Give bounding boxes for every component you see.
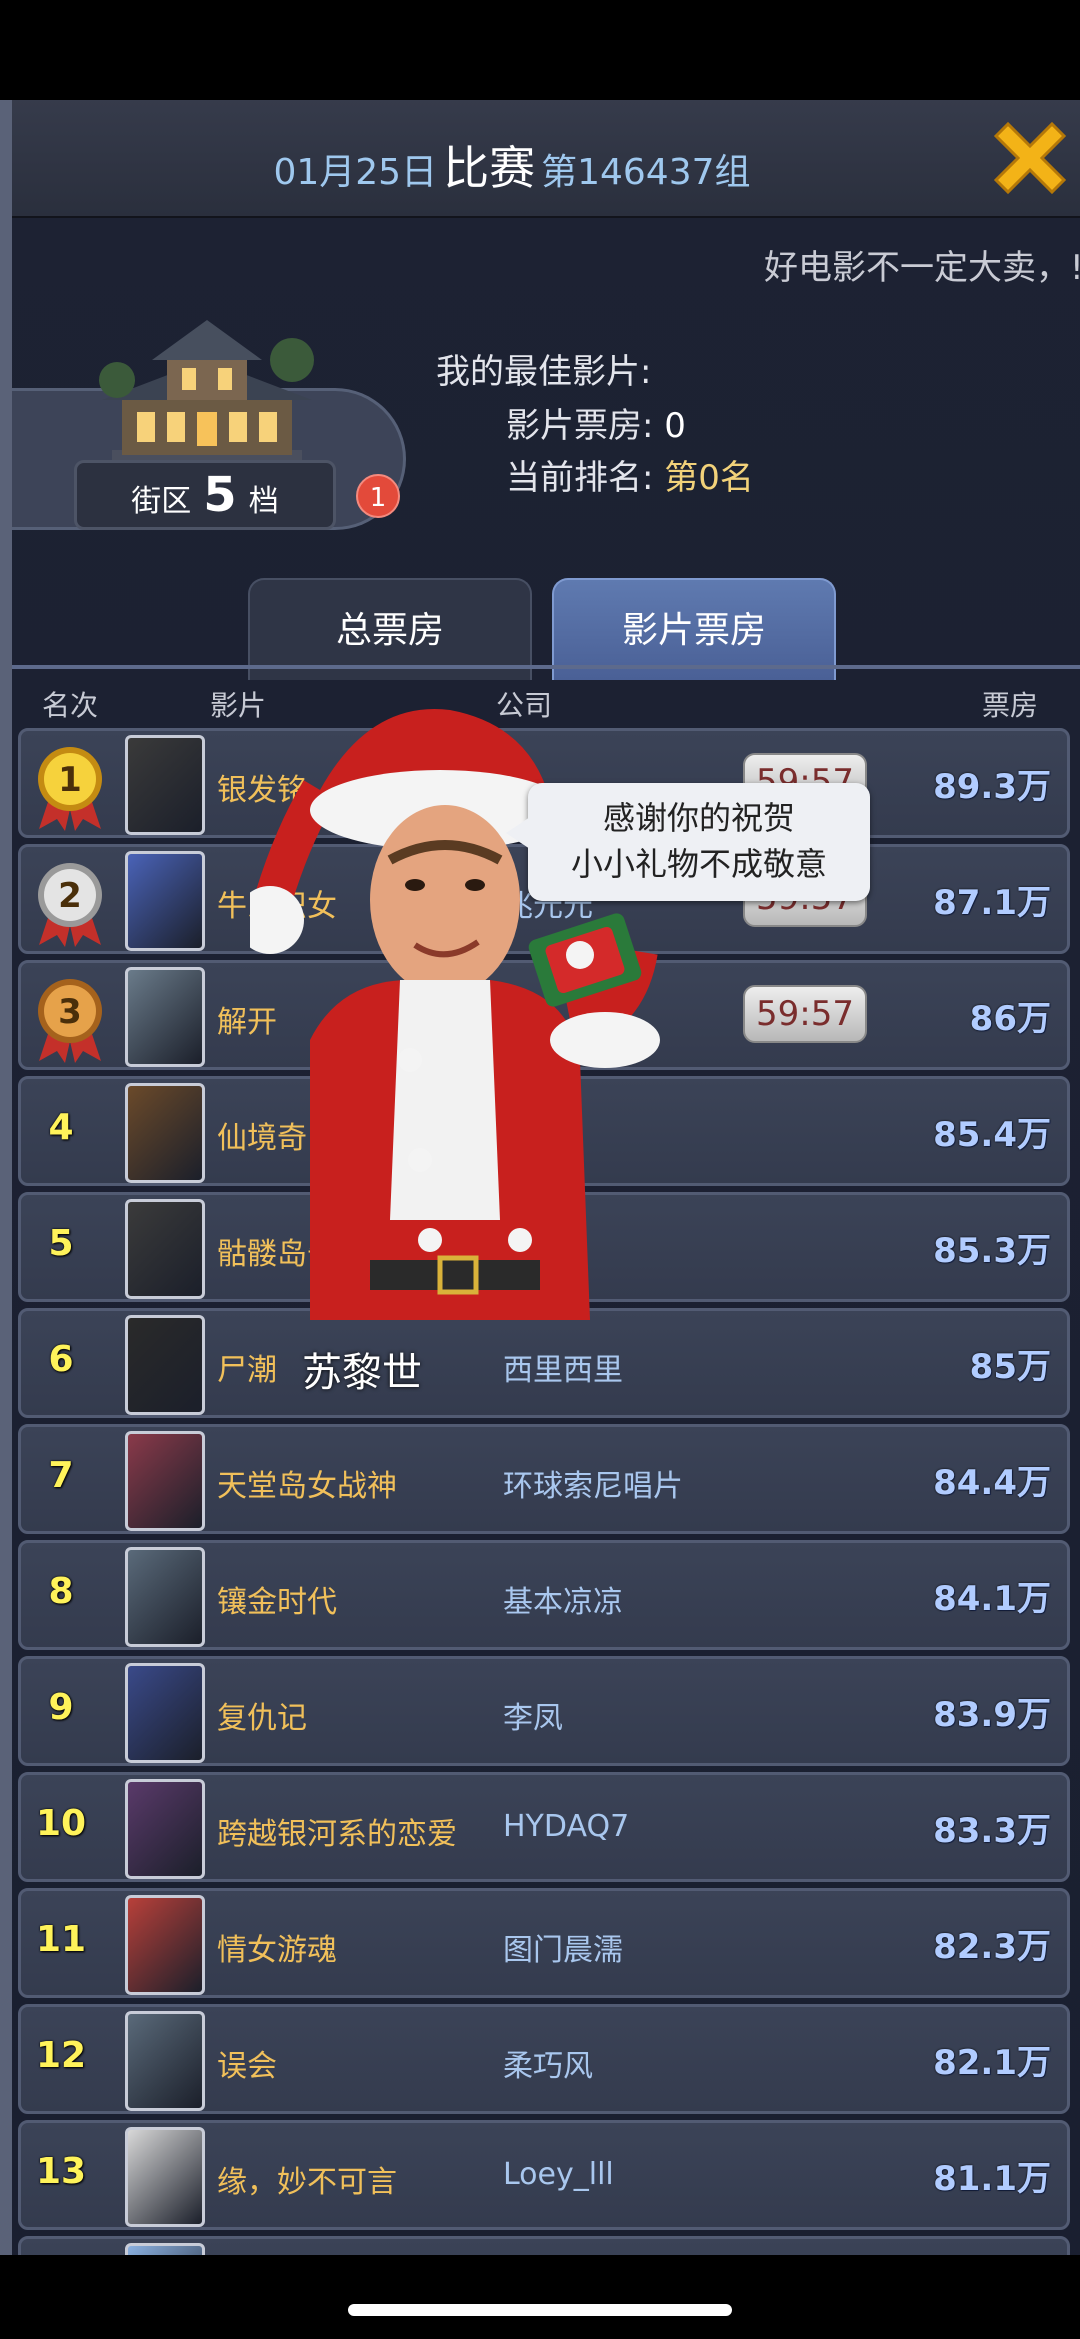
- table-row[interactable]: 7 天堂岛女战神 环球索尼唱片 84.4万: [18, 1424, 1070, 1534]
- marquee-text: 好电影不一定大卖，!: [764, 248, 1080, 288]
- table-row-partial[interactable]: [18, 2236, 1070, 2255]
- movie-title: 误会: [217, 2049, 277, 2084]
- movie-poster-image[interactable]: [125, 735, 205, 835]
- rank-number: 5: [48, 1223, 74, 1264]
- header-date: 01月25日: [273, 152, 438, 193]
- table-row[interactable]: 12 误会 柔巧风 82.1万: [18, 2004, 1070, 2114]
- app-screen: 01月25日 比赛 第146437组 好电影不一定大卖，! 街区 5 档 1 我…: [0, 0, 1080, 2339]
- movie-poster-image[interactable]: [125, 1199, 205, 1299]
- close-button[interactable]: [988, 116, 1072, 200]
- best-movie-label: 我的最佳影片:: [436, 352, 652, 392]
- box-office-label: 影片票房:: [506, 406, 654, 446]
- box-office-amount: 85万: [969, 1347, 1051, 1387]
- table-row[interactable]: 8 镶金时代 基本凉凉 84.1万: [18, 1540, 1070, 1650]
- movie-title: 复仇记: [217, 1701, 307, 1736]
- speech-line-1: 感谢你的祝贺: [602, 799, 795, 837]
- santa-character-image: [250, 709, 660, 1320]
- movie-poster-image[interactable]: [125, 1083, 205, 1183]
- column-box-office: 票房: [982, 689, 1039, 722]
- box-office-amount: 81.1万: [933, 2159, 1051, 2199]
- movie-poster-image[interactable]: [125, 851, 205, 951]
- character-name: 苏黎世: [302, 1350, 422, 1396]
- box-office-amount: 85.4万: [933, 1115, 1051, 1155]
- header-event: 比赛: [443, 141, 536, 195]
- close-x-icon: [993, 121, 1067, 195]
- speech-line-2: 小小礼物不成敬意: [570, 845, 827, 883]
- table-row[interactable]: 9 复仇记 李凤 83.9万: [18, 1656, 1070, 1766]
- box-office-amount: 86万: [969, 999, 1051, 1039]
- movie-title: 情女游魂: [217, 1933, 337, 1968]
- box-office-value: 0: [664, 406, 686, 446]
- company-name: 李凤: [503, 1701, 563, 1736]
- rank-number: 9: [48, 1687, 74, 1728]
- header-group: 第146437组: [541, 152, 751, 193]
- movie-poster-image[interactable]: [125, 1663, 205, 1763]
- rank-label: 当前排名:: [506, 458, 654, 498]
- rank-number: 13: [35, 2151, 87, 2192]
- movie-poster-image[interactable]: [125, 2011, 205, 2111]
- movie-poster-image[interactable]: [125, 1779, 205, 1879]
- box-office-amount: 84.4万: [933, 1463, 1051, 1503]
- box-office-amount: 83.9万: [933, 1695, 1051, 1735]
- movie-title: 跨越银河系的恋爱: [217, 1817, 457, 1852]
- rank-number: 11: [35, 1919, 87, 1960]
- header-bar: 01月25日 比赛 第146437组: [12, 100, 1080, 218]
- rank-number: 4: [48, 1107, 74, 1148]
- movie-title: 缘，妙不可言: [217, 2165, 397, 2200]
- box-office-amount: 82.3万: [933, 1927, 1051, 1967]
- medal-icon: 3: [38, 979, 102, 1063]
- box-office-amount: 84.1万: [933, 1579, 1051, 1619]
- home-indicator[interactable]: [348, 2304, 732, 2316]
- table-row[interactable]: 11 情女游魂 图门晨濡 82.3万: [18, 1888, 1070, 1998]
- company-name: 基本凉凉: [503, 1585, 623, 1620]
- best-movie-box-office: 影片票房: 0: [506, 398, 686, 447]
- header-title: 01月25日 比赛 第146437组: [12, 132, 1012, 198]
- medal-rank-number: 3: [58, 992, 82, 1032]
- company-name: HYDAQ7: [503, 1809, 630, 1844]
- district-level: 5: [203, 467, 237, 523]
- box-office-amount: 83.3万: [933, 1811, 1051, 1851]
- company-name: 西里西里: [503, 1353, 623, 1388]
- movie-poster-image[interactable]: [125, 2127, 205, 2227]
- rank-number: 6: [48, 1339, 74, 1380]
- movie-poster-image[interactable]: [125, 1895, 205, 1995]
- movie-poster-image[interactable]: [125, 1547, 205, 1647]
- table-row[interactable]: 13 缘，妙不可言 Loey_lll 81.1万: [18, 2120, 1070, 2230]
- tab-divider: [12, 665, 1080, 669]
- rank-number: 12: [35, 2035, 87, 2076]
- rank-number: 7: [48, 1455, 74, 1496]
- medal-rank-number: 2: [58, 876, 82, 916]
- district-prefix: 街区: [131, 484, 192, 519]
- medal-icon: 1: [38, 747, 102, 831]
- medal-rank-number: 1: [58, 760, 82, 800]
- box-office-amount: 89.3万: [933, 767, 1051, 807]
- rank-number: 10: [35, 1803, 87, 1844]
- movie-poster-image[interactable]: [125, 2243, 205, 2255]
- district-level-label: 街区 5 档: [74, 460, 336, 530]
- box-office-amount: 85.3万: [933, 1231, 1051, 1271]
- best-movie-rank: 当前排名: 第0名: [506, 450, 754, 499]
- rank-value: 第0名: [664, 458, 754, 498]
- company-name: 图门晨濡: [503, 1933, 623, 1968]
- movie-title: 尸潮: [217, 1353, 277, 1388]
- speech-bubble: 感谢你的祝贺 小小礼物不成敬意: [506, 783, 870, 901]
- medal-icon: 2: [38, 863, 102, 947]
- district-suffix: 档: [248, 484, 279, 519]
- movie-poster-image[interactable]: [125, 1315, 205, 1415]
- movie-poster-image[interactable]: [125, 1431, 205, 1531]
- table-row[interactable]: 10 跨越银河系的恋爱 HYDAQ7 83.3万: [18, 1772, 1070, 1882]
- company-name: 环球索尼唱片: [503, 1469, 683, 1504]
- rank-number: 8: [48, 1571, 74, 1612]
- movie-title: 镶金时代: [217, 1585, 337, 1620]
- company-name: Loey_lll: [503, 2157, 614, 2192]
- movie-title: 天堂岛女战神: [217, 1469, 397, 1504]
- notification-badge[interactable]: 1: [356, 474, 400, 518]
- countdown-timer: 59:57: [743, 985, 867, 1043]
- box-office-amount: 82.1万: [933, 2043, 1051, 2083]
- box-office-amount: 87.1万: [933, 883, 1051, 923]
- company-name: 柔巧风: [503, 2049, 593, 2084]
- column-rank: 名次: [42, 689, 99, 722]
- movie-poster-image[interactable]: [125, 967, 205, 1067]
